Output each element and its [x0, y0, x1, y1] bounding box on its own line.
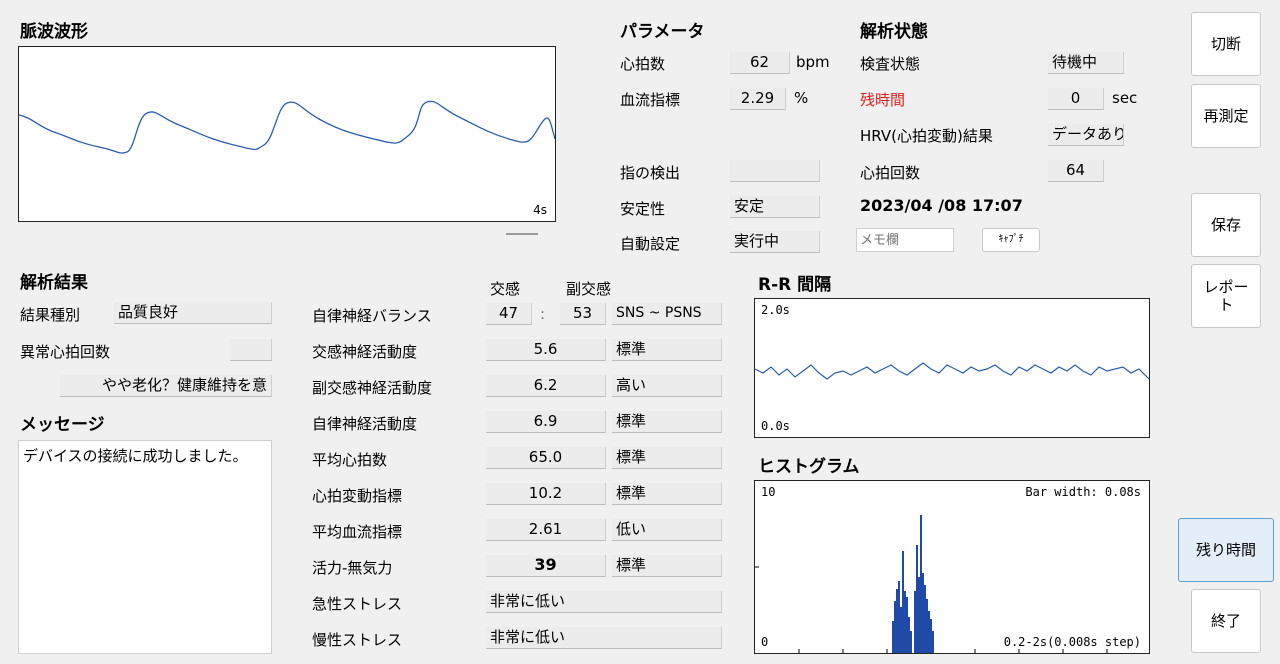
rr-interval-line: [755, 362, 1149, 380]
analysis-row-rating: 低い: [612, 519, 722, 541]
heart-rate-label: 心拍数: [620, 55, 666, 73]
header-sympathetic: 交感: [490, 280, 521, 298]
analysis-row-label: 自律神経活動度: [312, 415, 418, 433]
analysis-row-rating: 標準: [612, 411, 722, 433]
analysis-row-label: 心拍変動指標: [312, 487, 403, 505]
analysis-row-rating: 標準: [612, 483, 722, 505]
acute-stress-value: 非常に低い: [486, 591, 722, 613]
blood-flow-label: 血流指標: [620, 91, 681, 109]
stability-value: 安定: [730, 196, 820, 218]
result-title: 解析結果: [20, 273, 88, 293]
balance-label: 自律神経バランス: [312, 307, 432, 325]
blood-flow-unit: %: [794, 89, 809, 107]
analysis-row-value: 6.9: [486, 411, 606, 433]
pulse-title: 脈波波形: [20, 22, 88, 42]
disconnect-button[interactable]: 切断: [1191, 12, 1261, 76]
beats-value: 64: [1048, 160, 1104, 182]
analysis-row-value: 39: [486, 555, 606, 577]
pulse-waveform-chart: 4s: [18, 46, 556, 222]
exam-value: 待機中: [1048, 52, 1124, 74]
advice-text: やや老化？健康維持を意: [60, 375, 272, 397]
analysis-row-label: 平均血流指標: [312, 523, 403, 541]
memo-input[interactable]: [856, 228, 954, 252]
acute-stress-label: 急性ストレス: [312, 595, 403, 613]
remeasure-button[interactable]: 再測定: [1191, 84, 1261, 148]
histogram-bars: [892, 515, 934, 653]
beats-label: 心拍回数: [860, 164, 921, 182]
analysis-row-label: 交感神経活動度: [312, 343, 418, 361]
analysis-row-label: 平均心拍数: [312, 451, 388, 469]
histogram-svg: [755, 515, 1108, 653]
rr-title: R-R 間隔: [758, 275, 832, 295]
analysis-row-rating: 高い: [612, 375, 722, 397]
analysis-row-value: 6.2: [486, 375, 606, 397]
result-type-label: 結果種別: [20, 306, 81, 324]
analysis-row-rating: 標準: [612, 447, 722, 469]
abnormal-value: [230, 339, 272, 361]
remaining-time-button[interactable]: 残り時間: [1178, 518, 1274, 582]
hrv-label: HRV(心拍変動)結果: [860, 127, 993, 145]
params-title: パラメータ: [620, 22, 705, 42]
rr-chart-svg: [755, 362, 1149, 380]
finger-value: [730, 160, 820, 182]
analysis-row-value: 5.6: [486, 339, 606, 361]
blood-flow-value: 2.29: [730, 88, 786, 110]
remaining-label: 残時間: [860, 91, 906, 109]
remaining-unit: sec: [1112, 89, 1138, 107]
pulse-waveform-svg: [19, 100, 555, 154]
message-title: メッセージ: [20, 415, 105, 435]
heart-rate-value: 62: [730, 52, 790, 74]
analysis-row-rating: 標準: [612, 339, 722, 361]
analysis-row-rating: 標準: [612, 555, 722, 577]
auto-value: 実行中: [730, 231, 820, 253]
remaining-value: 0: [1048, 88, 1104, 110]
datetime-text: 2023/04 /08 17:07: [860, 196, 1023, 215]
analysis-row-value: 10.2: [486, 483, 606, 505]
chronic-stress-value: 非常に低い: [486, 627, 722, 649]
analysis-row-label: 副交感神経活動度: [312, 379, 433, 397]
save-button[interactable]: 保存: [1191, 193, 1261, 257]
histogram-chart: 10 0 Bar width: 0.08s 0.2-2s(0.008s step…: [754, 480, 1150, 654]
header-parasympathetic: 副交感: [566, 280, 612, 298]
pulse-wave-line: [19, 100, 555, 154]
chronic-stress-label: 慢性ストレス: [312, 631, 403, 649]
result-type-value: 品質良好: [114, 302, 272, 324]
hist-title: ヒストグラム: [758, 457, 860, 477]
pulse-time-label: 4s: [533, 203, 547, 217]
finger-label: 指の検出: [620, 164, 681, 182]
balance-parasympathetic-value: 53: [560, 303, 606, 325]
heart-rate-unit: bpm: [796, 53, 830, 71]
balance-separator: :: [540, 305, 546, 323]
balance-tag: SNS ~ PSNS: [612, 303, 722, 325]
exam-label: 検査状態: [860, 55, 921, 73]
stability-label: 安定性: [620, 200, 666, 218]
pulse-scroll-handle[interactable]: [506, 233, 538, 235]
hrv-value: データあり: [1048, 124, 1124, 146]
status-title: 解析状態: [860, 22, 928, 42]
rr-chart: 2.0s 0.0s: [754, 298, 1150, 438]
report-button[interactable]: レポート: [1191, 264, 1261, 328]
balance-sympathetic-value: 47: [486, 303, 532, 325]
abnormal-label: 異常心拍回数: [20, 343, 111, 361]
auto-label: 自動設定: [620, 235, 681, 253]
exit-button[interactable]: 終了: [1191, 589, 1261, 653]
capture-button[interactable]: ｷｬﾌﾟﾁ: [982, 228, 1040, 252]
analysis-row-value: 2.61: [486, 519, 606, 541]
analysis-row-value: 65.0: [486, 447, 606, 469]
message-box: デバイスの接続に成功しました。: [18, 440, 272, 654]
analysis-row-label: 活力-無気力: [312, 559, 393, 577]
